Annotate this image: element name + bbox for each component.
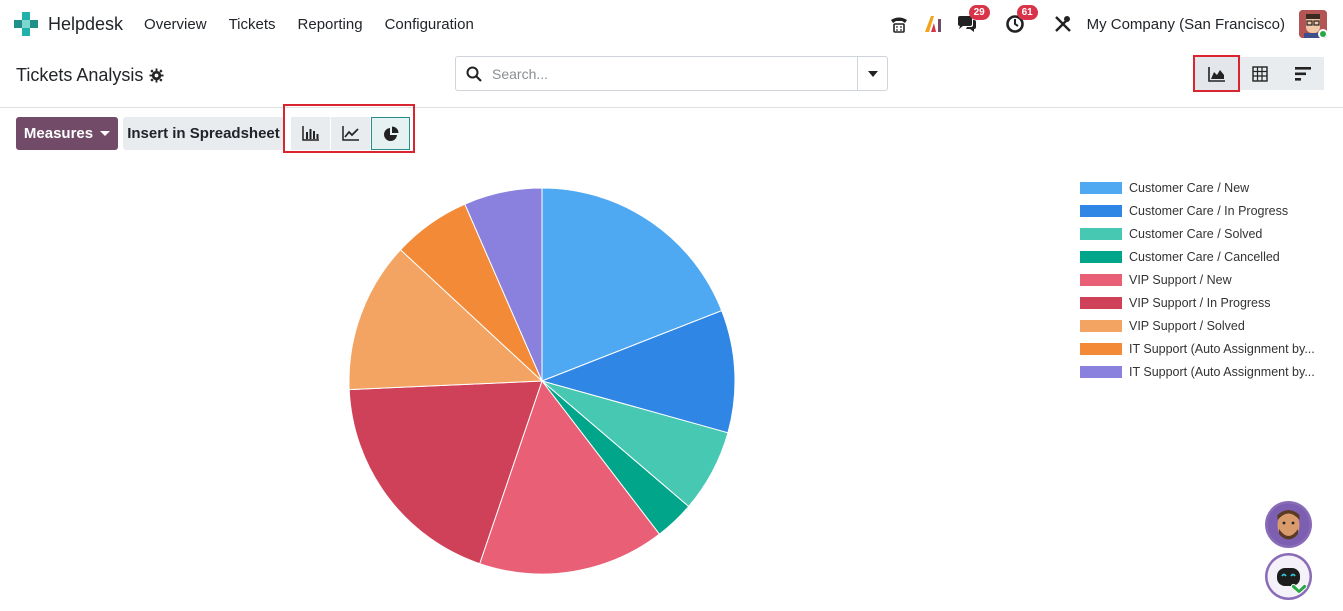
pivot-view-button[interactable]: [1238, 57, 1281, 90]
helpdesk-logo-icon: [14, 12, 38, 36]
legend-item[interactable]: VIP Support / In Progress: [1080, 291, 1315, 314]
app-name: Helpdesk: [48, 13, 124, 34]
menu-item-configuration[interactable]: Configuration: [374, 16, 485, 33]
legend-swatch: [1080, 250, 1122, 263]
page-title-text: Tickets Analysis: [16, 65, 144, 85]
company-switcher[interactable]: My Company (San Francisco): [1087, 16, 1285, 33]
table-icon: [1251, 65, 1268, 82]
page-title: Tickets Analysis: [16, 65, 164, 86]
app-brand[interactable]: Helpdesk: [14, 12, 123, 36]
caret-down-icon: [867, 70, 878, 77]
activity-clock-icon[interactable]: 61: [1005, 5, 1038, 34]
legend-label: VIP Support / In Progress: [1129, 295, 1271, 310]
pie-chart-icon: [383, 126, 398, 141]
phone-icon[interactable]: [889, 14, 909, 34]
legend-swatch: [1080, 181, 1122, 194]
legend-label: Customer Care / In Progress: [1129, 203, 1289, 218]
search-input[interactable]: [492, 58, 857, 89]
pie-chart: [348, 187, 736, 575]
main-menu: Overview Tickets Reporting Configuration: [133, 16, 485, 33]
search-options-toggle[interactable]: [857, 57, 887, 90]
bar-chart-button[interactable]: [291, 117, 330, 150]
robot-icon: [1267, 555, 1310, 598]
ai-icon[interactable]: [923, 14, 943, 34]
legend-item[interactable]: VIP Support / New: [1080, 268, 1315, 291]
legend-swatch: [1080, 204, 1122, 217]
livechat-avatar-bubble[interactable]: [1265, 501, 1312, 548]
graph-view-button[interactable]: [1193, 55, 1240, 92]
chatbot-bubble[interactable]: [1265, 553, 1312, 600]
measures-label: Measures: [23, 125, 94, 142]
bars-left-icon: [1294, 66, 1311, 81]
control-panel: Tickets Analysis: [0, 48, 1343, 108]
legend-item[interactable]: Customer Care / In Progress: [1080, 199, 1315, 222]
legend-item[interactable]: IT Support (Auto Assignment by...: [1080, 360, 1315, 383]
search-bar: [455, 56, 888, 91]
legend-item[interactable]: Customer Care / Solved: [1080, 222, 1315, 245]
bar-chart-icon: [301, 126, 319, 141]
legend-label: VIP Support / New: [1129, 272, 1232, 287]
insert-in-spreadsheet-button[interactable]: Insert in Spreadsheet: [123, 117, 284, 150]
chat-icon[interactable]: 29: [957, 5, 990, 34]
chart-legend: Customer Care / New Customer Care / In P…: [1080, 176, 1315, 383]
legend-label: IT Support (Auto Assignment by...: [1129, 364, 1315, 379]
legend-item[interactable]: VIP Support / Solved: [1080, 314, 1315, 337]
menu-item-tickets[interactable]: Tickets: [218, 16, 287, 33]
caret-down-icon: [100, 131, 111, 136]
line-chart-icon: [341, 126, 359, 141]
legend-label: Customer Care / Solved: [1129, 226, 1263, 241]
legend-label: Customer Care / Cancelled: [1129, 249, 1280, 264]
agent-avatar-icon: [1267, 503, 1310, 546]
tools-icon[interactable]: [1053, 14, 1073, 34]
user-avatar[interactable]: [1299, 10, 1327, 38]
view-switcher: [1193, 55, 1324, 92]
menu-item-reporting[interactable]: Reporting: [287, 16, 374, 33]
gear-icon[interactable]: [149, 68, 164, 83]
cohort-view-button[interactable]: [1281, 57, 1324, 90]
pie-chart-area: [0, 160, 1080, 611]
line-chart-button[interactable]: [331, 117, 370, 150]
systray: 29 61 My Company (San Francisco): [889, 0, 1343, 48]
legend-swatch: [1080, 273, 1122, 286]
legend-item[interactable]: Customer Care / New: [1080, 176, 1315, 199]
legend-label: IT Support (Auto Assignment by...: [1129, 341, 1315, 356]
legend-label: VIP Support / Solved: [1129, 318, 1245, 333]
insert-label: Insert in Spreadsheet: [127, 125, 280, 142]
legend-swatch: [1080, 365, 1122, 378]
activity-count-badge: 61: [1016, 5, 1038, 20]
legend-item[interactable]: Customer Care / Cancelled: [1080, 245, 1315, 268]
legend-swatch: [1080, 296, 1122, 309]
legend-swatch: [1080, 342, 1122, 355]
menu-item-overview[interactable]: Overview: [133, 16, 218, 33]
legend-swatch: [1080, 227, 1122, 240]
pie-chart-button[interactable]: [371, 117, 410, 150]
area-chart-icon: [1207, 66, 1225, 82]
chat-count-badge: 29: [968, 5, 990, 20]
legend-swatch: [1080, 319, 1122, 332]
legend-item[interactable]: IT Support (Auto Assignment by...: [1080, 337, 1315, 360]
search-icon: [466, 66, 482, 82]
top-navbar: Helpdesk Overview Tickets Reporting Conf…: [0, 0, 1343, 48]
measures-dropdown[interactable]: Measures: [16, 117, 118, 150]
online-status-dot: [1318, 29, 1327, 38]
legend-label: Customer Care / New: [1129, 180, 1250, 195]
chart-type-group: [283, 104, 415, 153]
